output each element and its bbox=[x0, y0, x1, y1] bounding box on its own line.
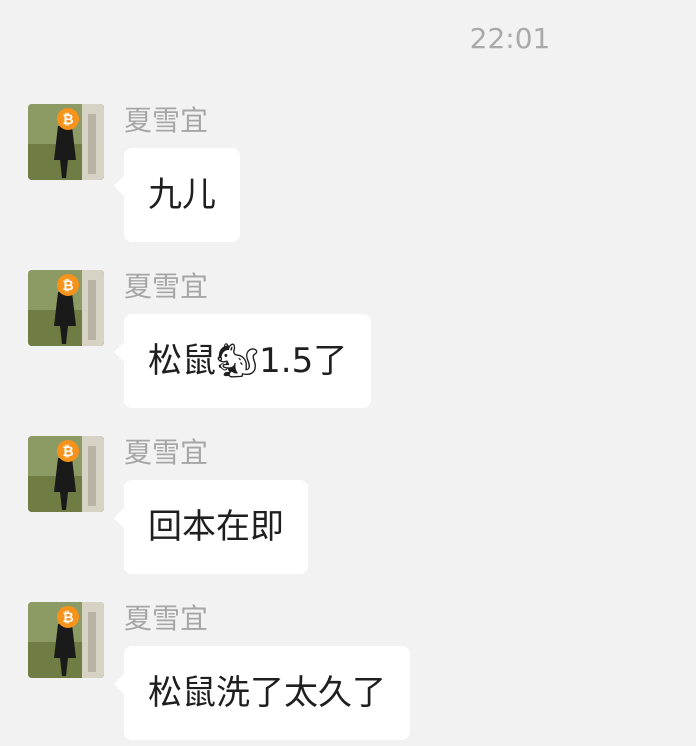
svg-text:₿: ₿ bbox=[62, 278, 73, 294]
message-bubble[interactable]: 九儿 bbox=[114, 148, 240, 242]
svg-text:₿: ₿ bbox=[62, 610, 73, 626]
chat-timestamp-row: 22:01 bbox=[430, 22, 590, 56]
message-bubble[interactable]: 松鼠🐿1.5了 bbox=[113, 314, 372, 408]
sender-name: 夏雪宜 bbox=[124, 436, 209, 469]
chat-timestamp: 22:01 bbox=[469, 22, 551, 55]
sender-name: 夏雪宜 bbox=[124, 270, 209, 303]
sender-name: 夏雪宜 bbox=[124, 104, 209, 137]
svg-text:₿: ₿ bbox=[62, 112, 73, 128]
avatar[interactable]: ₿ bbox=[28, 602, 104, 678]
svg-text:₿: ₿ bbox=[62, 444, 73, 460]
avatar-photo: ₿ bbox=[28, 436, 104, 512]
avatar-photo: ₿ bbox=[28, 104, 104, 180]
message-bubble[interactable]: 回本在即 bbox=[114, 480, 308, 574]
avatar[interactable]: ₿ bbox=[28, 270, 104, 346]
message-bubble[interactable]: 松鼠洗了太久了 bbox=[114, 646, 410, 740]
avatar[interactable]: ₿ bbox=[28, 104, 104, 180]
avatar[interactable]: ₿ bbox=[28, 436, 104, 512]
avatar-photo: ₿ bbox=[28, 602, 104, 678]
avatar-photo: ₿ bbox=[28, 270, 104, 346]
sender-name: 夏雪宜 bbox=[124, 602, 209, 635]
